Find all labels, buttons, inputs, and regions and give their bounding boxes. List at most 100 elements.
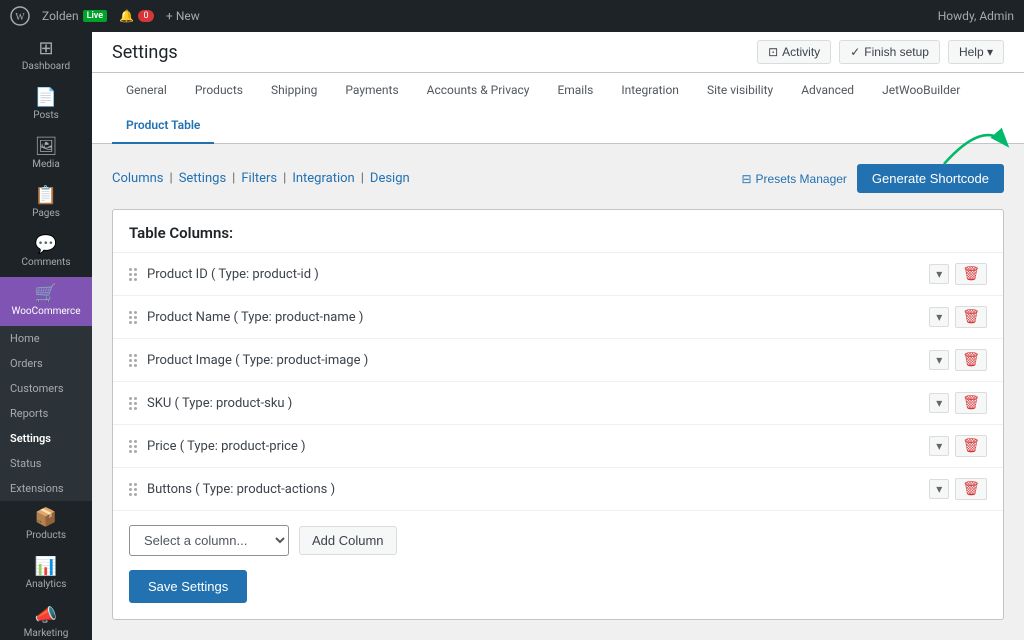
column-actions: ▾ 🗑 [929, 435, 987, 457]
drag-handle[interactable] [129, 440, 137, 453]
sidebar-label-products: Products [26, 530, 66, 542]
marketing-icon: 📣 [35, 607, 57, 625]
subnav-design[interactable]: Design [370, 171, 410, 186]
notif-icon: 🔔 [119, 9, 134, 23]
column-delete-button[interactable]: 🗑 [955, 392, 987, 414]
column-delete-button[interactable]: 🗑 [955, 306, 987, 328]
tab-integration[interactable]: Integration [607, 73, 693, 109]
tab-shipping[interactable]: Shipping [257, 73, 331, 109]
tab-product-table[interactable]: Product Table [112, 108, 214, 144]
notif-count: 0 [138, 10, 154, 22]
drag-handle[interactable] [129, 268, 137, 281]
finish-setup-icon: ✓ [850, 45, 860, 59]
subnav-integration[interactable]: Integration [292, 171, 354, 186]
presets-manager-button[interactable]: ⊟ Presets Manager [741, 172, 846, 186]
comments-icon: 💬 [35, 236, 57, 254]
subnav-columns[interactable]: Columns [112, 171, 164, 186]
woo-subitem-settings[interactable]: Settings [0, 426, 92, 451]
column-name: Buttons ( Type: product-actions ) [147, 482, 929, 497]
woo-subitem-customers[interactable]: Customers [0, 376, 92, 401]
add-column-label: Add Column [312, 533, 384, 548]
sidebar-item-pages[interactable]: 📋 Pages [0, 179, 92, 228]
save-settings-button[interactable]: Save Settings [129, 570, 247, 603]
table-row[interactable]: SKU ( Type: product-sku ) ▾ 🗑 [113, 382, 1003, 425]
column-expand-button[interactable]: ▾ [929, 479, 949, 499]
svg-text:W: W [15, 12, 25, 23]
sidebar-item-media[interactable]: 🖼 Media [0, 130, 92, 179]
tab-advanced[interactable]: Advanced [787, 73, 868, 109]
table-row[interactable]: Price ( Type: product-price ) ▾ 🗑 [113, 425, 1003, 468]
subnav-filters[interactable]: Filters [241, 171, 277, 186]
page-header: Settings ⊡ Activity ✓ Finish setup Help … [92, 32, 1024, 73]
analytics-icon: 📊 [35, 558, 57, 576]
add-column-select[interactable]: Select a column... [129, 525, 289, 556]
table-row[interactable]: Product Image ( Type: product-image ) ▾ … [113, 339, 1003, 382]
howdy-text: Howdy, Admin [938, 9, 1014, 23]
save-label: Save Settings [148, 579, 228, 594]
sidebar-label-posts: Posts [33, 110, 59, 122]
table-row[interactable]: Buttons ( Type: product-actions ) ▾ 🗑 [113, 468, 1003, 511]
drag-handle[interactable] [129, 311, 137, 324]
content-area: Settings ⊡ Activity ✓ Finish setup Help … [92, 32, 1024, 640]
column-delete-button[interactable]: 🗑 [955, 435, 987, 457]
sidebar-item-woocommerce[interactable]: 🛒 WooCommerce [0, 277, 92, 326]
admin-bar-left: W Zolden Live 🔔 0 + New [10, 6, 200, 26]
settings-tabs: General Products Shipping Payments Accou… [92, 73, 1024, 144]
tab-jetwoobuilder[interactable]: JetWooBuilder [868, 73, 974, 109]
woo-subitem-extensions[interactable]: Extensions [0, 476, 92, 501]
column-delete-button[interactable]: 🗑 [955, 349, 987, 371]
site-name-item[interactable]: Zolden Live [42, 9, 107, 23]
woo-subitem-reports[interactable]: Reports [0, 401, 92, 426]
presets-icon: ⊟ [741, 172, 751, 186]
tab-accounts[interactable]: Accounts & Privacy [413, 73, 544, 109]
generate-shortcode-button[interactable]: Generate Shortcode [857, 164, 1004, 193]
sidebar-item-products[interactable]: 📦 Products [0, 501, 92, 550]
column-expand-button[interactable]: ▾ [929, 436, 949, 456]
column-name: SKU ( Type: product-sku ) [147, 396, 929, 411]
woo-subitem-status[interactable]: Status [0, 451, 92, 476]
tab-site-visibility[interactable]: Site visibility [693, 73, 787, 109]
main-layout: ⊞ Dashboard 📄 Posts 🖼 Media 📋 Pages 💬 Co… [0, 32, 1024, 640]
presets-label: Presets Manager [756, 172, 847, 186]
column-delete-button[interactable]: 🗑 [955, 263, 987, 285]
generate-label: Generate Shortcode [872, 171, 989, 186]
column-delete-button[interactable]: 🗑 [955, 478, 987, 500]
media-icon: 🖼 [35, 138, 58, 156]
column-actions: ▾ 🗑 [929, 349, 987, 371]
column-expand-button[interactable]: ▾ [929, 264, 949, 284]
column-expand-button[interactable]: ▾ [929, 393, 949, 413]
drag-handle[interactable] [129, 354, 137, 367]
drag-handle[interactable] [129, 483, 137, 496]
sidebar-item-posts[interactable]: 📄 Posts [0, 81, 92, 130]
column-expand-button[interactable]: ▾ [929, 350, 949, 370]
notifications-item[interactable]: 🔔 0 [119, 9, 154, 23]
sidebar-label-woocommerce: WooCommerce [11, 306, 80, 318]
table-columns-title: Table Columns: [113, 210, 1003, 253]
sidebar-item-marketing[interactable]: 📣 Marketing [0, 599, 92, 640]
finish-setup-label: Finish setup [864, 45, 929, 59]
sidebar-item-dashboard[interactable]: ⊞ Dashboard [0, 32, 92, 81]
header-actions: ⊡ Activity ✓ Finish setup Help ▾ [757, 40, 1004, 64]
column-expand-button[interactable]: ▾ [929, 307, 949, 327]
help-button[interactable]: Help ▾ [948, 40, 1004, 64]
woo-subitem-orders[interactable]: Orders [0, 351, 92, 376]
drag-handle[interactable] [129, 397, 137, 410]
woo-subitem-home[interactable]: Home [0, 326, 92, 351]
table-row[interactable]: Product Name ( Type: product-name ) ▾ 🗑 [113, 296, 1003, 339]
subnav-settings[interactable]: Settings [179, 171, 226, 186]
new-content-item[interactable]: + New [166, 9, 200, 23]
tab-products[interactable]: Products [181, 73, 257, 109]
tab-emails[interactable]: Emails [543, 73, 607, 109]
sidebar-item-analytics[interactable]: 📊 Analytics [0, 550, 92, 599]
column-name: Product Image ( Type: product-image ) [147, 353, 929, 368]
table-row[interactable]: Product ID ( Type: product-id ) ▾ 🗑 [113, 253, 1003, 296]
sidebar-item-comments[interactable]: 💬 Comments [0, 228, 92, 277]
tab-general[interactable]: General [112, 73, 181, 109]
tab-payments[interactable]: Payments [331, 73, 412, 109]
wp-logo-item[interactable]: W [10, 6, 30, 26]
finish-setup-button[interactable]: ✓ Finish setup [839, 40, 940, 64]
sidebar-label-analytics: Analytics [26, 579, 67, 591]
activity-button[interactable]: ⊡ Activity [757, 40, 831, 64]
add-column-button[interactable]: Add Column [299, 526, 397, 555]
help-label: Help ▾ [959, 45, 993, 59]
